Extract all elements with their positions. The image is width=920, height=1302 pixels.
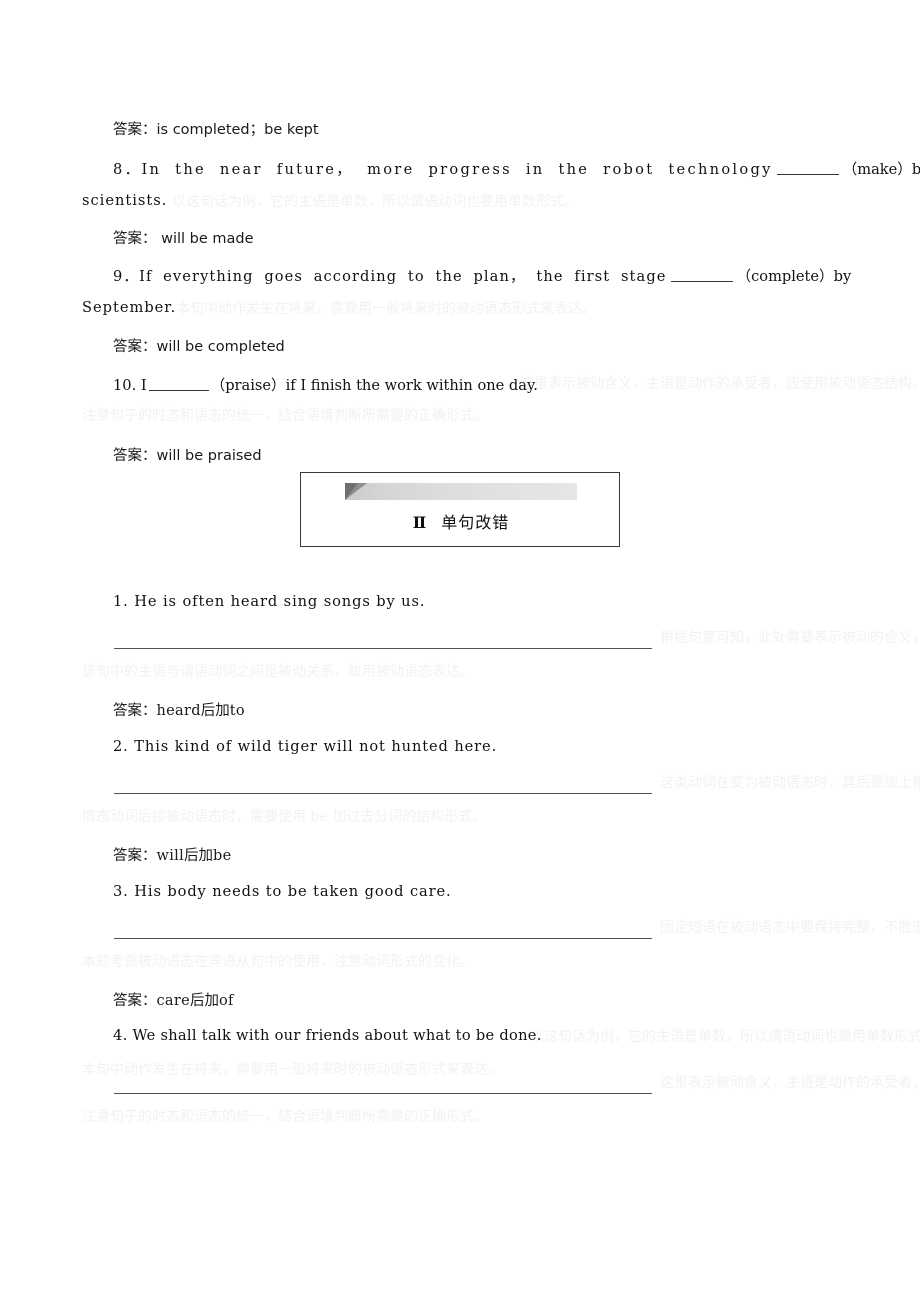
answer-en2-c1: to xyxy=(229,703,245,719)
correction-2-sentence: 2. This kind of wild tiger will not hunt… xyxy=(113,738,497,755)
answer-line-9: 答案：will be completed xyxy=(113,337,285,357)
answer-en1-c2: will xyxy=(156,848,185,864)
answer-line-c2: 答案：will后加be xyxy=(113,846,232,866)
correction-3-answer-rule[interactable] xyxy=(114,938,652,939)
ghost-text-1: 以这句话为例，它的主语是单数，所以谓语动词也要用单数形式。 xyxy=(172,194,578,210)
question-10-head: 10. I xyxy=(113,377,147,394)
section-title: Ⅱ 单句改错 xyxy=(301,509,621,533)
question-9-blank[interactable] xyxy=(670,268,733,282)
ghost-text-8: 情态动词后接被动语态时，需要使用 be 加过去分词的结构形式。 xyxy=(82,809,487,825)
correction-3-text: 3. His body needs to be taken good care. xyxy=(113,883,452,900)
question-8-text: 8．In the near future， more progress in t… xyxy=(113,161,773,178)
answer-line-c1: 答案：heard后加to xyxy=(113,701,245,721)
answer-line-c3: 答案：care后加of xyxy=(113,991,234,1011)
section-title-label: 单句改错 xyxy=(441,513,510,532)
correction-4-sentence: 4. We shall talk with our friends about … xyxy=(113,1027,542,1044)
ghost-text-14: 注意句子的时态和语态的统一，结合语境判断所需要的正确形式。 xyxy=(82,1109,488,1125)
ghost-text-3: 这里表示被动含义，主语是动作的承受者，应使用被动语态结构。 xyxy=(520,376,920,392)
ghost-text-7: 这类动词在变为被动语态时，其后要加上相应的不定式符号 to。 xyxy=(660,775,920,791)
question-10-line-1: 10. I （praise）if I finish the work within… xyxy=(113,374,538,395)
correction-1-answer-rule[interactable] xyxy=(114,648,652,649)
ghost-text-5: 根据句意可知，此处需要表示被动的含义，因此要用被动语态。 xyxy=(660,630,920,646)
answer-line-8: 答案： will be made xyxy=(113,229,254,249)
answer-label-c3: 答案： xyxy=(113,993,157,1009)
question-9-line-2: September. xyxy=(82,299,176,316)
question-10-blank[interactable] xyxy=(148,377,209,391)
ghost-text-13: 这里表示被动含义，主语是动作的承受者，应使用被动语态结构。 xyxy=(660,1075,920,1091)
answer-mid-c2: 后加 xyxy=(184,848,214,864)
correction-2-answer-rule[interactable] xyxy=(114,793,652,794)
ghost-text-11: 以这句话为例，它的主语是单数，所以谓语动词也要用单数形式。 xyxy=(530,1029,920,1045)
question-8-line-1: 8．In the near future， more progress in t… xyxy=(113,158,920,179)
question-9-tail: （complete）by xyxy=(736,268,852,285)
correction-4-answer-rule[interactable] xyxy=(114,1093,652,1094)
answer-text-10: 答案：will be praised xyxy=(113,448,262,464)
question-9-continuation: September. xyxy=(82,299,177,316)
correction-3-sentence: 3. His body needs to be taken good care. xyxy=(113,883,452,900)
correction-4-text: 4. We shall talk with our friends about … xyxy=(113,1027,542,1044)
ghost-text-4: 注意句子的时态和语态的统一，结合语境判断所需要的正确形式。 xyxy=(82,408,488,424)
answer-line-10: 答案：will be praised xyxy=(113,446,262,466)
answer-en2-c2: be xyxy=(213,848,232,864)
ghost-text-6: 该句中的主语与谓语动词之间是被动关系，故用被动语态表达。 xyxy=(82,664,474,680)
answer-en1-c3: care xyxy=(156,993,190,1009)
answer-label-7: 答案：is completed；be kept xyxy=(113,122,319,138)
answer-en2-c3: of xyxy=(218,993,234,1009)
correction-1-text: 1. He is often heard sing songs by us. xyxy=(113,593,426,610)
correction-2-text: 2. This kind of wild tiger will not hunt… xyxy=(113,738,498,755)
answer-text-9: 答案：will be completed xyxy=(113,339,285,355)
correction-1-sentence: 1. He is often heard sing songs by us. xyxy=(113,593,425,610)
question-8-line-2: scientists. xyxy=(82,192,167,209)
ghost-text-2: 本句中动作发生在将来，需要用一般将来时的被动语态形式来表达。 xyxy=(176,301,596,317)
question-8-blank[interactable] xyxy=(776,161,839,175)
ghost-text-10: 本题考查被动语态在宾语从句中的使用，注意动词形式的变化。 xyxy=(82,954,474,970)
answer-line-7: 答案：is completed；be kept xyxy=(113,120,319,140)
answer-en1-c1: heard xyxy=(156,703,201,719)
folded-corner-inner-icon xyxy=(345,483,358,500)
ghost-text-9: 固定短语在被动语态中要保持完整，不能遗漏其中的介词部分。 xyxy=(660,920,920,936)
question-9-line-1: 9．If everything goes according to the pl… xyxy=(113,265,851,286)
answer-label-c2: 答案： xyxy=(113,848,157,864)
answer-text-8: 答案： will be made xyxy=(113,231,254,247)
document-page: 答案：is completed；be kept 8．In the near fu… xyxy=(0,0,920,1302)
section-roman-numeral: Ⅱ xyxy=(412,513,428,532)
decorative-band xyxy=(345,483,577,500)
question-10-tail: （praise）if I finish the work within one … xyxy=(210,377,538,394)
answer-mid-c3: 后加 xyxy=(189,993,219,1009)
question-8-tail: （make）by xyxy=(842,161,920,178)
answer-label-c1: 答案： xyxy=(113,703,157,719)
ghost-text-12: 本句中动作发生在将来，需要用一般将来时的被动语态形式来表达。 xyxy=(82,1062,502,1078)
answer-mid-c1: 后加 xyxy=(200,703,230,719)
question-8-continuation: scientists. xyxy=(82,192,168,209)
section-header-box: Ⅱ 单句改错 xyxy=(300,472,620,547)
question-9-text: 9．If everything goes according to the pl… xyxy=(113,268,667,285)
